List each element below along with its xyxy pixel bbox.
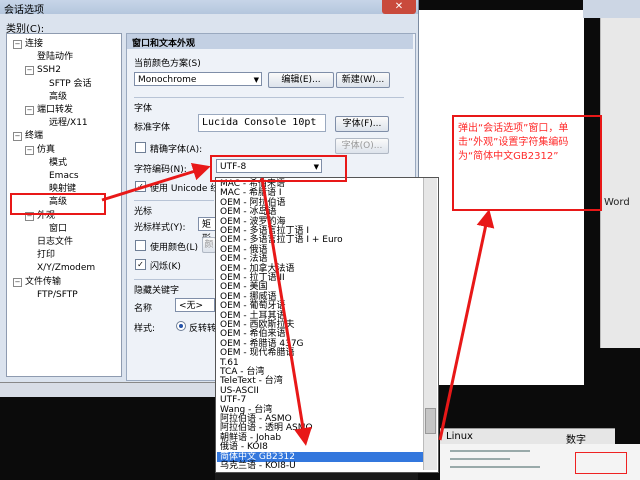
arrow-to-gb2312 [260,177,312,446]
arrow-to-charset [101,162,211,202]
arrow-to-annotation [438,209,495,441]
annotation-arrows [101,162,495,446]
